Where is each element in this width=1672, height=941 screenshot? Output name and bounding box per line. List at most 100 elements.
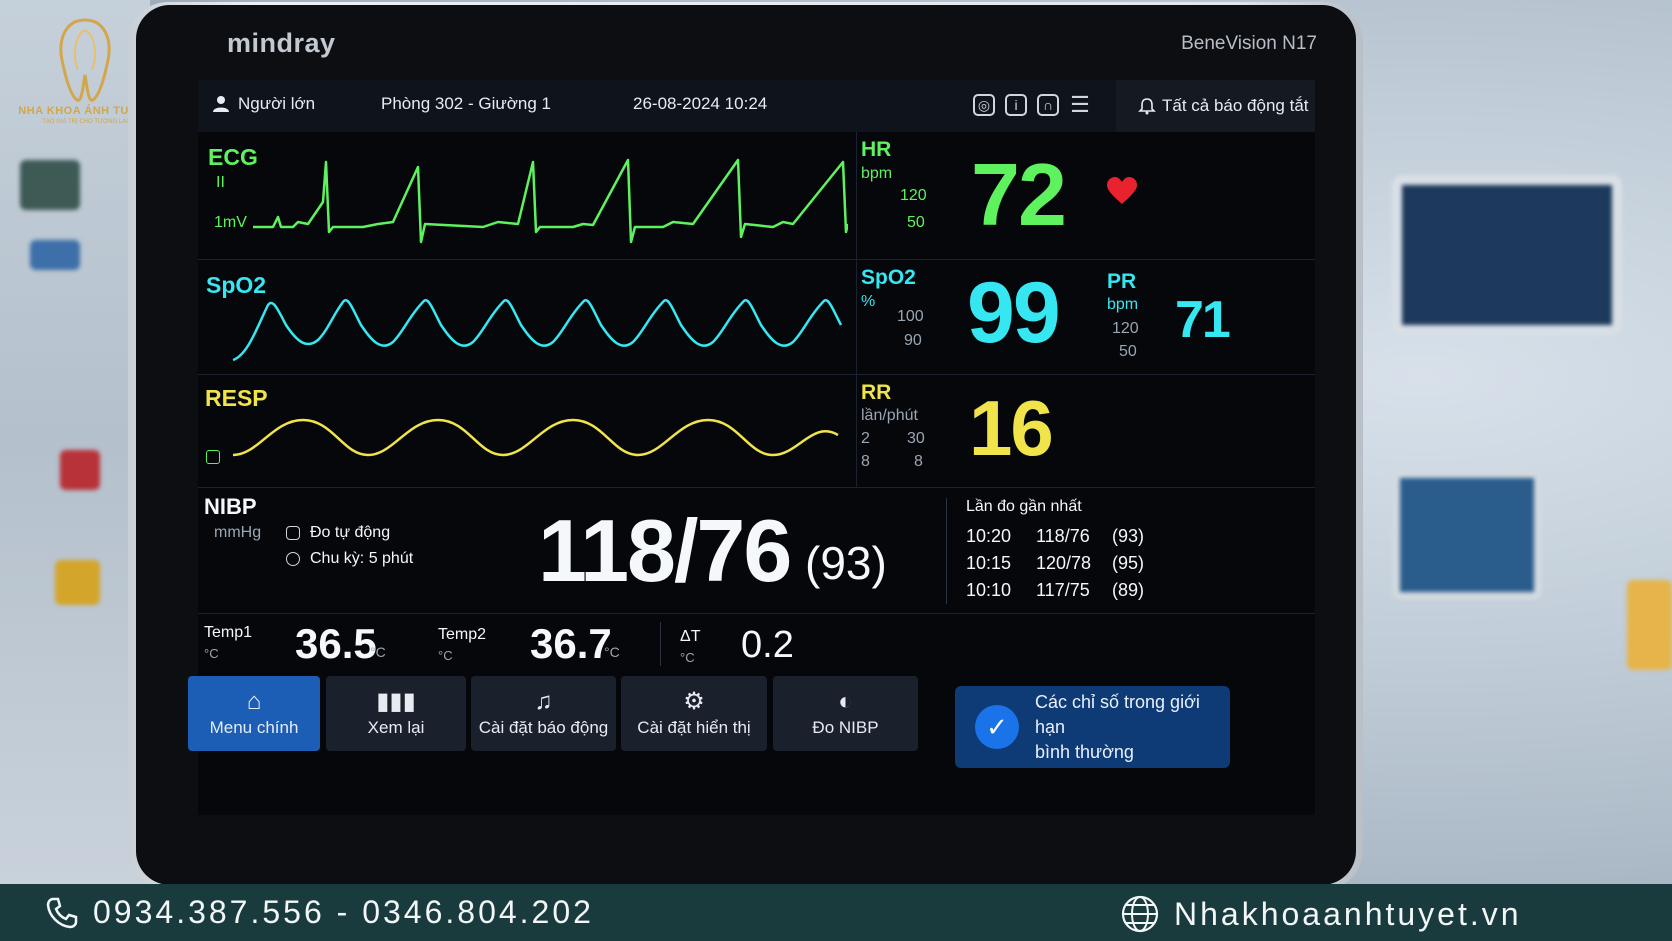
nibp-cycle: Chu kỳ: 5 phút bbox=[286, 550, 413, 568]
nibp-cycle-label: Chu kỳ: 5 phút bbox=[310, 550, 414, 567]
delta-t-unit: °C bbox=[680, 650, 695, 665]
record-icon[interactable]: ◎ bbox=[973, 94, 995, 116]
headset-icon[interactable]: ∩ bbox=[1037, 94, 1059, 116]
nibp-value: 118/76 bbox=[538, 501, 792, 600]
gear-icon: ⚙ bbox=[683, 688, 705, 715]
heart-icon bbox=[1107, 177, 1137, 204]
temp1-suffix: °C bbox=[370, 644, 386, 660]
bar-chart-icon: ▮▮▮ bbox=[376, 688, 416, 715]
phone-contact[interactable]: 0934.387.556 - 0346.804.202 bbox=[45, 894, 594, 931]
nibp-history-bp: 118/76 bbox=[1036, 526, 1090, 546]
pr-high-limit: 120 bbox=[1112, 320, 1139, 337]
tooth-logo-icon bbox=[59, 18, 111, 102]
hr-unit: bpm bbox=[861, 165, 893, 182]
rr-high-limit: 30 bbox=[907, 430, 925, 447]
hr-label: HR bbox=[861, 138, 892, 161]
spo2-waveform bbox=[232, 299, 843, 362]
user-icon bbox=[213, 96, 229, 112]
display-settings-label: Cài đặt hiển thị bbox=[637, 718, 751, 737]
room-bed[interactable]: Phòng 302 - Giường 1 bbox=[381, 94, 551, 114]
rr-low-prefix: 8 bbox=[861, 453, 870, 470]
nibp-history-row: 10:10 117/75 (89) bbox=[966, 580, 1152, 607]
auto-mode-icon bbox=[286, 526, 300, 540]
nibp-mode: Đo tự động bbox=[286, 524, 390, 542]
temp2-suffix: °C bbox=[604, 644, 620, 660]
nibp-mean: (93) bbox=[805, 537, 887, 589]
alarm-settings-label: Cài đặt báo động bbox=[478, 718, 609, 737]
bottom-nav: ⌂ Menu chính ▮▮▮ Xem lại ♫ Cài đặt báo đ… bbox=[188, 676, 1315, 768]
review-label: Xem lại bbox=[367, 718, 425, 737]
display-settings-button[interactable]: ⚙ Cài đặt hiển thị bbox=[621, 676, 767, 751]
bg-bottle bbox=[1627, 580, 1672, 670]
pr-unit: bpm bbox=[1107, 296, 1139, 313]
temp2-value: 36.7 bbox=[530, 620, 612, 667]
alarm-status-label: Tất cả báo động tắt bbox=[1162, 96, 1309, 115]
nibp-history-title: Lần đo gần nhất bbox=[966, 498, 1082, 515]
nibp-measure-label: Đo NIBP bbox=[812, 718, 879, 737]
alarm-settings-button[interactable]: ♫ Cài đặt báo động bbox=[471, 676, 616, 751]
review-button[interactable]: ▮▮▮ Xem lại bbox=[326, 676, 466, 751]
status-line-1: Các chỉ số trong giới hạn bbox=[1035, 691, 1200, 737]
spo2-panel[interactable]: SpO2 % 100 90 99 PR bpm 120 50 71 bbox=[856, 260, 1315, 374]
temp1-label: Temp1 bbox=[204, 624, 253, 641]
bg-equipment-button bbox=[60, 450, 100, 490]
cuff-icon: ◐ bbox=[838, 688, 853, 715]
main-menu-label: Menu chính bbox=[209, 718, 299, 737]
datetime: 26-08-2024 10:24 bbox=[633, 94, 768, 113]
spo2-value: 99 bbox=[967, 265, 1061, 361]
check-icon: ✓ bbox=[975, 705, 1019, 749]
nibp-mode-label: Đo tự động bbox=[310, 524, 391, 541]
nibp-panel[interactable]: NIBP mmHg Đo tự động Chu kỳ: 5 phút 118/… bbox=[198, 488, 1315, 614]
rr-low-limit: 8 bbox=[914, 453, 923, 470]
spo2-label: SpO2 bbox=[861, 266, 916, 289]
bg-monitor bbox=[1392, 175, 1622, 335]
website-contact[interactable]: Nhakhoaanhtuyet.vn bbox=[1120, 894, 1522, 934]
bg-equipment-screen bbox=[20, 160, 80, 210]
bg-equipment-label bbox=[55, 560, 100, 605]
bell-icon bbox=[1138, 98, 1156, 115]
temp-divider bbox=[660, 622, 661, 666]
status-banner: ✓ Các chỉ số trong giới hạn bình thường bbox=[955, 686, 1230, 768]
brand-logo: mindray bbox=[227, 28, 336, 58]
main-menu-button[interactable]: ⌂ Menu chính bbox=[188, 676, 320, 751]
status-line-2: bình thường bbox=[1035, 741, 1134, 762]
temp1-value: 36.5 bbox=[295, 620, 377, 667]
rr-high-prefix: 2 bbox=[861, 430, 870, 447]
rr-panel[interactable]: RR lần/phút 2 30 8 8 16 bbox=[856, 375, 1315, 487]
rr-value: 16 bbox=[969, 384, 1054, 472]
temp1-unit: °C bbox=[204, 646, 219, 661]
resp-wave-area: RESP bbox=[198, 375, 853, 487]
hr-value: 72 bbox=[971, 145, 1067, 244]
info-icon[interactable]: i bbox=[1005, 94, 1027, 116]
top-bar: Người lớn Phòng 302 - Giường 1 26-08-202… bbox=[198, 80, 1315, 132]
nibp-history-time: 10:15 bbox=[966, 553, 1012, 573]
hr-high-limit: 120 bbox=[900, 187, 927, 204]
menu-icon[interactable]: ☰ bbox=[1069, 92, 1091, 117]
home-icon: ⌂ bbox=[246, 688, 262, 715]
spo2-unit: % bbox=[861, 293, 876, 310]
nibp-history-mean: (89) bbox=[1112, 580, 1145, 600]
hr-panel[interactable]: HR bpm 120 50 72 bbox=[856, 132, 1315, 259]
nibp-history-bp: 117/75 bbox=[1036, 580, 1090, 600]
website-url: Nhakhoaanhtuyet.vn bbox=[1174, 895, 1522, 932]
ecg-wave-area: ECG II 1mV bbox=[198, 132, 853, 259]
nibp-history-mean: (93) bbox=[1112, 526, 1145, 546]
resp-waveform bbox=[232, 418, 839, 457]
nibp-history-row: 10:20 118/76 (93) bbox=[966, 526, 1152, 553]
nibp-history-time: 10:10 bbox=[966, 580, 1012, 600]
patient-type[interactable]: Người lớn bbox=[212, 94, 315, 114]
model-name: BeneVision N17 bbox=[1181, 33, 1317, 54]
temp2-label: Temp2 bbox=[438, 626, 487, 643]
ecg-row: ECG II 1mV HR bpm 120 50 72 bbox=[198, 132, 1315, 260]
nibp-history-row: 10:15 120/78 (95) bbox=[966, 553, 1152, 580]
ecg-lead: II bbox=[216, 174, 225, 191]
nibp-measure-button[interactable]: ◐ Đo NIBP bbox=[773, 676, 918, 751]
pr-label: PR bbox=[1107, 270, 1137, 293]
delta-t-label: ΔT bbox=[680, 628, 701, 645]
temp-panel[interactable]: Temp1 °C 36.5 °C Temp2 °C 36.7 °C ΔT °C … bbox=[198, 614, 1315, 674]
ecg-waveform bbox=[253, 158, 848, 244]
topbar-icons: ◎ i ∩ ☰ bbox=[973, 92, 1091, 117]
phone-number: 0934.387.556 - 0346.804.202 bbox=[93, 894, 594, 930]
hr-low-limit: 50 bbox=[907, 214, 925, 231]
alarm-status[interactable]: Tất cả báo động tắt bbox=[1116, 80, 1315, 132]
